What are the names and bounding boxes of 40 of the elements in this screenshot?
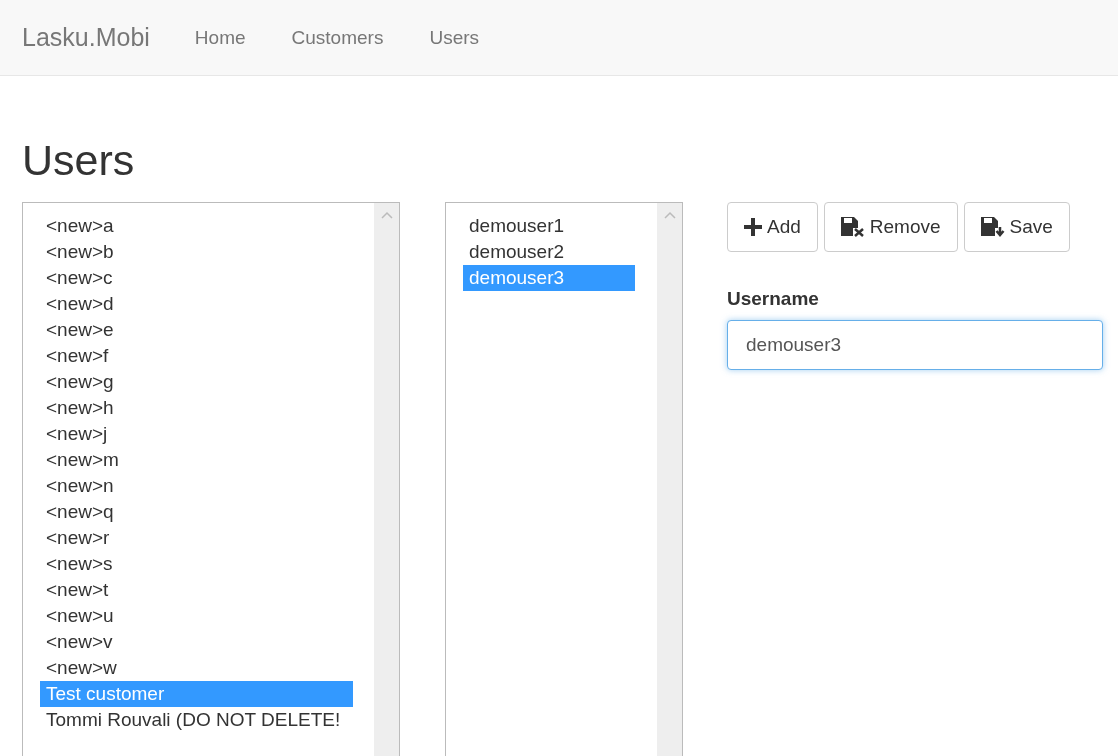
scrollbar[interactable]	[657, 203, 682, 756]
list-option[interactable]: <new>v	[40, 629, 353, 656]
list-option[interactable]: demouser1	[463, 213, 635, 240]
username-input[interactable]: demouser3	[727, 320, 1103, 371]
nav-link[interactable]: Customers	[268, 26, 407, 49]
list-option[interactable]: <new>u	[40, 603, 353, 630]
nav-link[interactable]: Home	[171, 26, 269, 49]
toolbar-button[interactable]: Save	[963, 202, 1070, 253]
list-option[interactable]: <new>e	[40, 317, 353, 344]
floppy-disk-x-icon	[840, 217, 865, 238]
page-title: Users	[22, 137, 136, 185]
list-option[interactable]: <new>w	[40, 655, 353, 682]
list-option[interactable]: <new>r	[40, 525, 353, 552]
customer-listbox[interactable]: <new>a <new>b <new>c <new>d <new>e <new>f <new>g <new>h <new>j <new>m <new>n <new>q <new>r <new>s <new>t <new>u <new>v <new>w Test customer Tommi Rouvali (DO NOT DELETE!	[22, 202, 400, 756]
list-option[interactable]: <new>b	[40, 239, 353, 266]
list-option[interactable]: <new>h	[40, 395, 353, 422]
list-option[interactable]: demouser2	[463, 239, 635, 266]
field-label: Username	[727, 288, 820, 311]
list-option[interactable]: <new>s	[40, 551, 353, 578]
list-option[interactable]: <new>n	[40, 473, 353, 500]
nav-link[interactable]: Users	[406, 26, 503, 49]
scrollbar[interactable]	[374, 203, 399, 756]
list-option[interactable]: <new>a	[40, 213, 353, 240]
list-option[interactable]: <new>m	[40, 447, 353, 474]
toolbar-button[interactable]: Remove	[823, 202, 958, 253]
list-option[interactable]: <new>d	[40, 291, 353, 318]
list-option[interactable]: <new>c	[40, 265, 353, 292]
list-option[interactable]: Tommi Rouvali (DO NOT DELETE!	[40, 707, 353, 734]
plus-icon	[744, 218, 762, 237]
scroll-up-icon[interactable]	[380, 211, 393, 220]
toolbar-button[interactable]: Add	[727, 202, 818, 253]
floppy-disk-arrow-icon	[980, 217, 1005, 238]
user-listbox[interactable]: demouser1 demouser2 demouser3	[445, 202, 683, 756]
list-option[interactable]: <new>j	[40, 421, 353, 448]
list-option[interactable]: <new>t	[40, 577, 353, 604]
brand-link[interactable]: Lasku.Mobi	[22, 23, 150, 52]
scroll-up-icon[interactable]	[663, 211, 676, 220]
list-option[interactable]: <new>q	[40, 499, 353, 526]
list-option[interactable]: <new>g	[40, 369, 353, 396]
list-option[interactable]: <new>f	[40, 343, 353, 370]
